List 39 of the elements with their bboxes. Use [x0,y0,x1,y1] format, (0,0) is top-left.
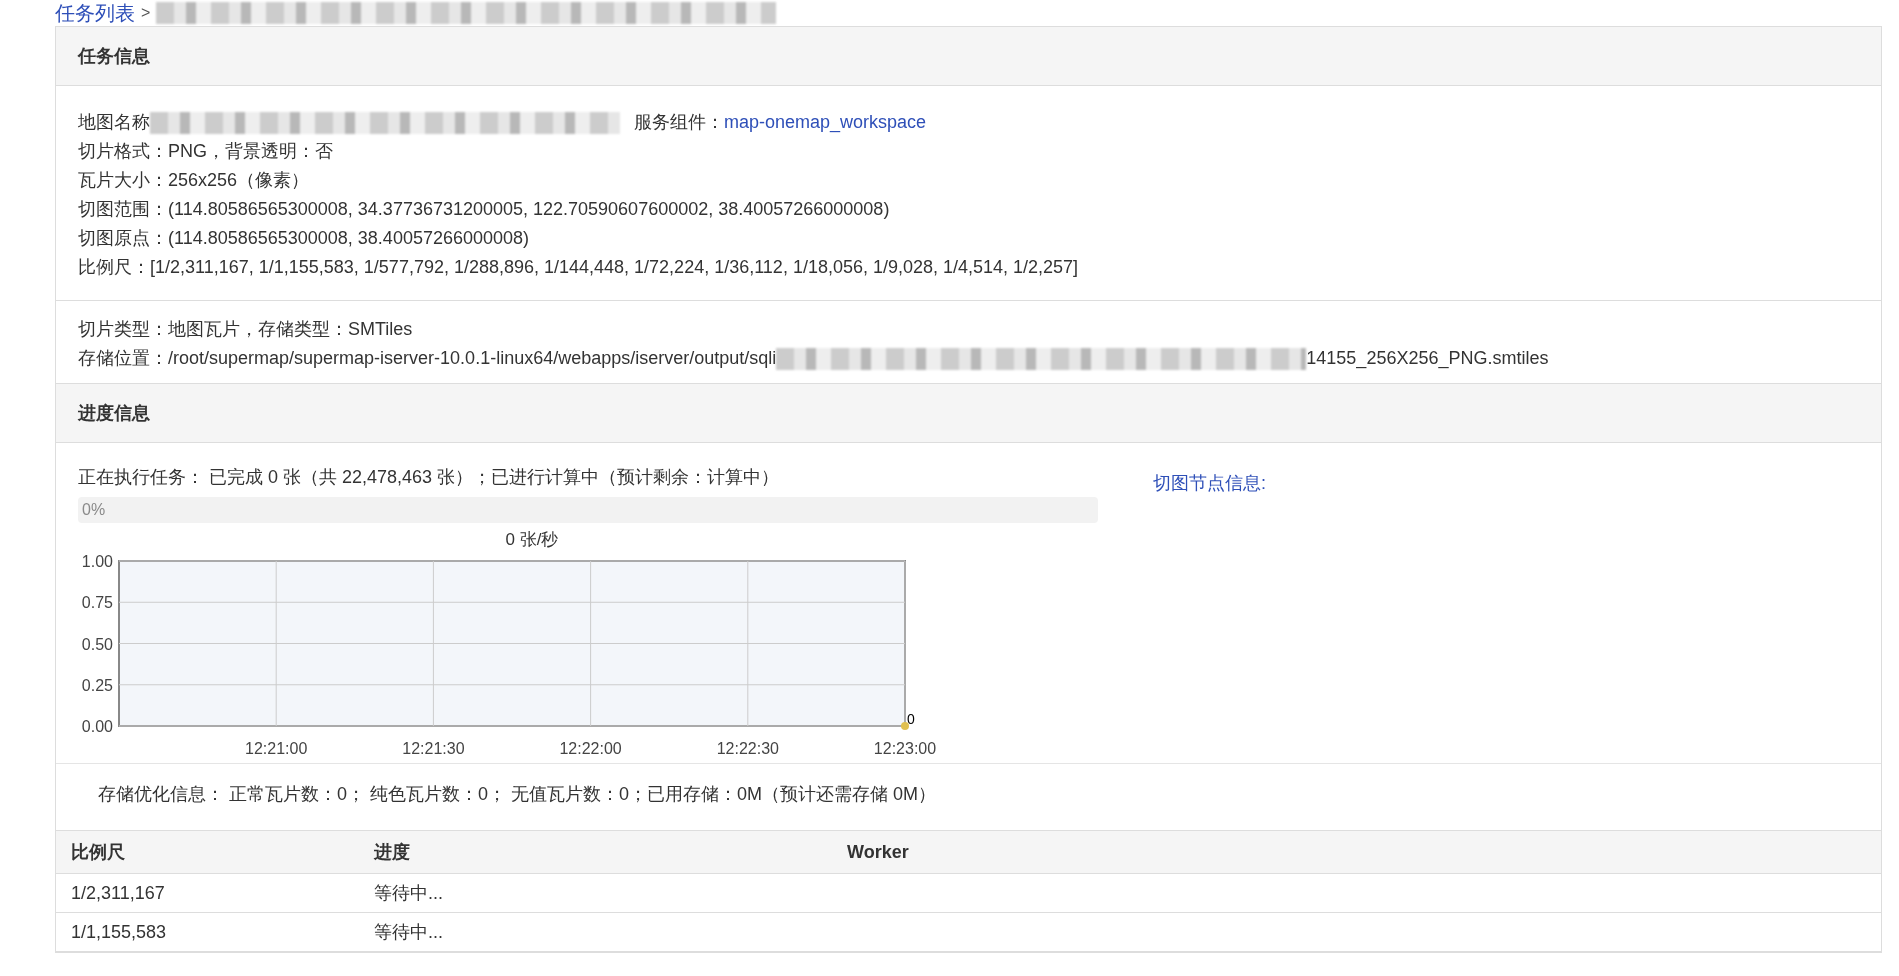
x-tick-label: 12:23:00 [873,740,937,757]
y-tick-label: 0.00 [81,718,113,735]
service-label: 服务组件： [634,111,724,134]
table-cell-text: 等待中... [373,882,444,905]
x-tick-label: 12:22:00 [559,740,622,757]
info-text: 切片类型：地图瓦片，存储类型：SMTiles [78,318,413,341]
service-link[interactable]: map-onemap_workspace [724,108,927,137]
progress-label: 0% [82,501,106,519]
y-tick-label: 0.25 [81,676,113,694]
section-header: 任务信息 [56,26,1881,86]
table-cell-text: 等待中... [373,921,444,944]
x-tick-label: 12:22:30 [716,740,779,757]
y-tick-label: 1.00 [81,553,113,570]
info-text: 切图原点：(114.80586565300008, 38.40057266000008) [78,227,530,250]
table-cell-text: 1/1,155,583 [70,921,168,943]
info-text: 瓦片大小：256x256（像素） [78,169,311,192]
breadcrumb-separator: > [141,4,151,22]
y-tick-label: 0.75 [81,594,113,612]
section-header: 进度信息 [56,383,1881,443]
breadcrumb-link[interactable]: 任务列表 [55,0,135,27]
column-header: Worker [846,841,909,863]
y-tick-label: 0.50 [81,635,113,653]
data-label: 0 [907,711,915,727]
x-tick-label: 12:21:00 [245,740,308,757]
info-text: 比例尺：[1/2,311,167, 1/1,155,583, 1/577,792, 1/288,896, 1/144,448, 1/72,224, 1/36,112, 1/18,056, 1/9,028, 1/4,514, 1/2,257] [78,256,1080,279]
storage-info-text: 存储优化信息： 正常瓦片数：0； 纯色瓦片数：0； 无值瓦片数：0；已用存储：0M（预计还需存储 0M） [56,763,1881,830]
table-cell-text: 1/2,311,167 [70,882,166,904]
map-name-label: 地图名称 [78,111,150,134]
column-header: 比例尺 [70,841,126,864]
info-text: 切图范围：(114.80586565300008, 34.37736731200005, 122.70590607600002, 38.40057266000008) [78,198,891,221]
x-tick-label: 12:21:30 [402,740,465,757]
info-text: 14155_256X256_PNG.smtiles [1306,347,1549,371]
info-text: 存储位置：/root/supermap/supermap-iserver-10.0.1-linux64/webapps/iserver/output/sqli [78,347,777,370]
chart-title: 0 张/秒 [505,530,559,549]
info-text: 切片格式：PNG，背景透明：否 [78,140,334,163]
node-info-link[interactable]: 切图节点信息: [1153,471,1266,763]
column-header: 进度 [373,841,411,864]
data-point [901,722,909,730]
status-text: 正在执行任务： 已完成 0 张（共 22,478,463 张）；已进行计算中（预计剩余：计算中） [78,466,781,489]
